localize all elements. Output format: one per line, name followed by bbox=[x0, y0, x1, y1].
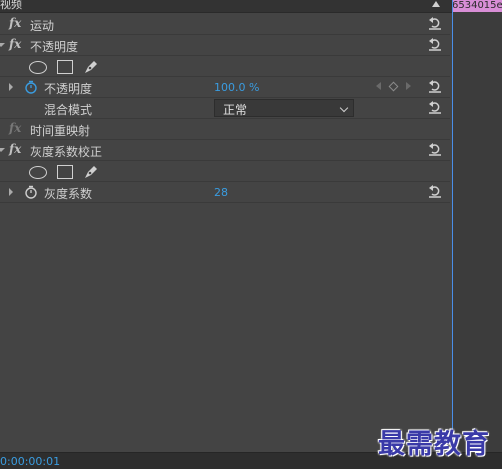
current-timecode[interactable]: 0:00:00:01 bbox=[0, 455, 60, 468]
reset-icon[interactable] bbox=[428, 142, 442, 156]
chevron-down-icon bbox=[339, 103, 349, 113]
mask-tools-row bbox=[0, 56, 450, 77]
param-row-opacity: 不透明度 100.0 % bbox=[0, 77, 450, 98]
opacity-value[interactable]: 100.0 % bbox=[214, 81, 259, 94]
section-title: 视频 bbox=[0, 0, 22, 11]
fx-toggle-icon[interactable]: fx bbox=[9, 37, 21, 51]
video-section-header: 视频 bbox=[0, 0, 452, 13]
playhead[interactable] bbox=[452, 0, 453, 468]
pen-mask-icon[interactable] bbox=[82, 163, 100, 181]
twirl-open-icon[interactable] bbox=[0, 148, 5, 152]
watermark-logo: 最需教育 bbox=[378, 429, 490, 460]
effect-name: 运动 bbox=[30, 19, 55, 33]
next-keyframe-icon[interactable] bbox=[406, 82, 411, 90]
pen-mask-icon[interactable] bbox=[82, 58, 100, 76]
fx-toggle-icon[interactable]: fx bbox=[9, 16, 21, 30]
effect-name: 灰度系数校正 bbox=[30, 145, 103, 159]
effect-row-opacity[interactable]: fx 不透明度 bbox=[0, 35, 450, 56]
stopwatch-icon[interactable] bbox=[25, 185, 37, 199]
rectangle-mask-icon[interactable] bbox=[57, 60, 73, 74]
scroll-up-icon[interactable] bbox=[432, 1, 440, 7]
mini-timeline[interactable]: 6534015e bbox=[452, 0, 502, 468]
rectangle-mask-icon[interactable] bbox=[57, 165, 73, 179]
gamma-value[interactable]: 28 bbox=[214, 186, 228, 199]
effect-row-motion[interactable]: fx 运动 bbox=[0, 14, 450, 35]
twirl-open-icon[interactable] bbox=[0, 43, 5, 47]
param-label: 灰度系数 bbox=[44, 187, 93, 201]
param-row-blend-mode: 混合模式 正常 bbox=[0, 98, 450, 119]
blend-mode-value: 正常 bbox=[223, 103, 248, 117]
reset-icon[interactable] bbox=[428, 16, 442, 30]
fx-disabled-icon: fx bbox=[9, 121, 22, 135]
reset-icon[interactable] bbox=[428, 100, 442, 114]
clip-bar[interactable]: 6534015e bbox=[452, 0, 502, 12]
prev-keyframe-icon[interactable] bbox=[376, 82, 381, 90]
reset-icon[interactable] bbox=[428, 184, 442, 198]
twirl-closed-icon[interactable] bbox=[9, 188, 13, 196]
reset-icon[interactable] bbox=[428, 79, 442, 93]
param-row-gamma: 灰度系数 28 bbox=[0, 182, 450, 203]
fx-toggle-icon[interactable]: fx bbox=[9, 142, 21, 156]
param-label: 不透明度 bbox=[44, 82, 93, 96]
blend-mode-select[interactable]: 正常 bbox=[214, 99, 354, 117]
param-label: 混合模式 bbox=[44, 103, 93, 117]
mask-tools-row bbox=[0, 161, 450, 182]
effect-name: 时间重映射 bbox=[30, 124, 91, 138]
ellipse-mask-icon[interactable] bbox=[29, 166, 47, 179]
effect-controls-panel: 视频 fx 运动 fx 不透明度 不透明度 100.0 % 混合模式 正常 fx… bbox=[0, 0, 452, 468]
reset-icon[interactable] bbox=[428, 37, 442, 51]
effect-row-gamma-correction[interactable]: fx 灰度系数校正 bbox=[0, 140, 450, 161]
stopwatch-active-icon[interactable] bbox=[25, 80, 37, 94]
effect-row-time-remapping[interactable]: fx 时间重映射 bbox=[0, 119, 450, 140]
effect-name: 不透明度 bbox=[30, 40, 79, 54]
twirl-closed-icon[interactable] bbox=[9, 83, 13, 91]
ellipse-mask-icon[interactable] bbox=[29, 61, 47, 74]
add-keyframe-icon[interactable] bbox=[388, 81, 399, 92]
